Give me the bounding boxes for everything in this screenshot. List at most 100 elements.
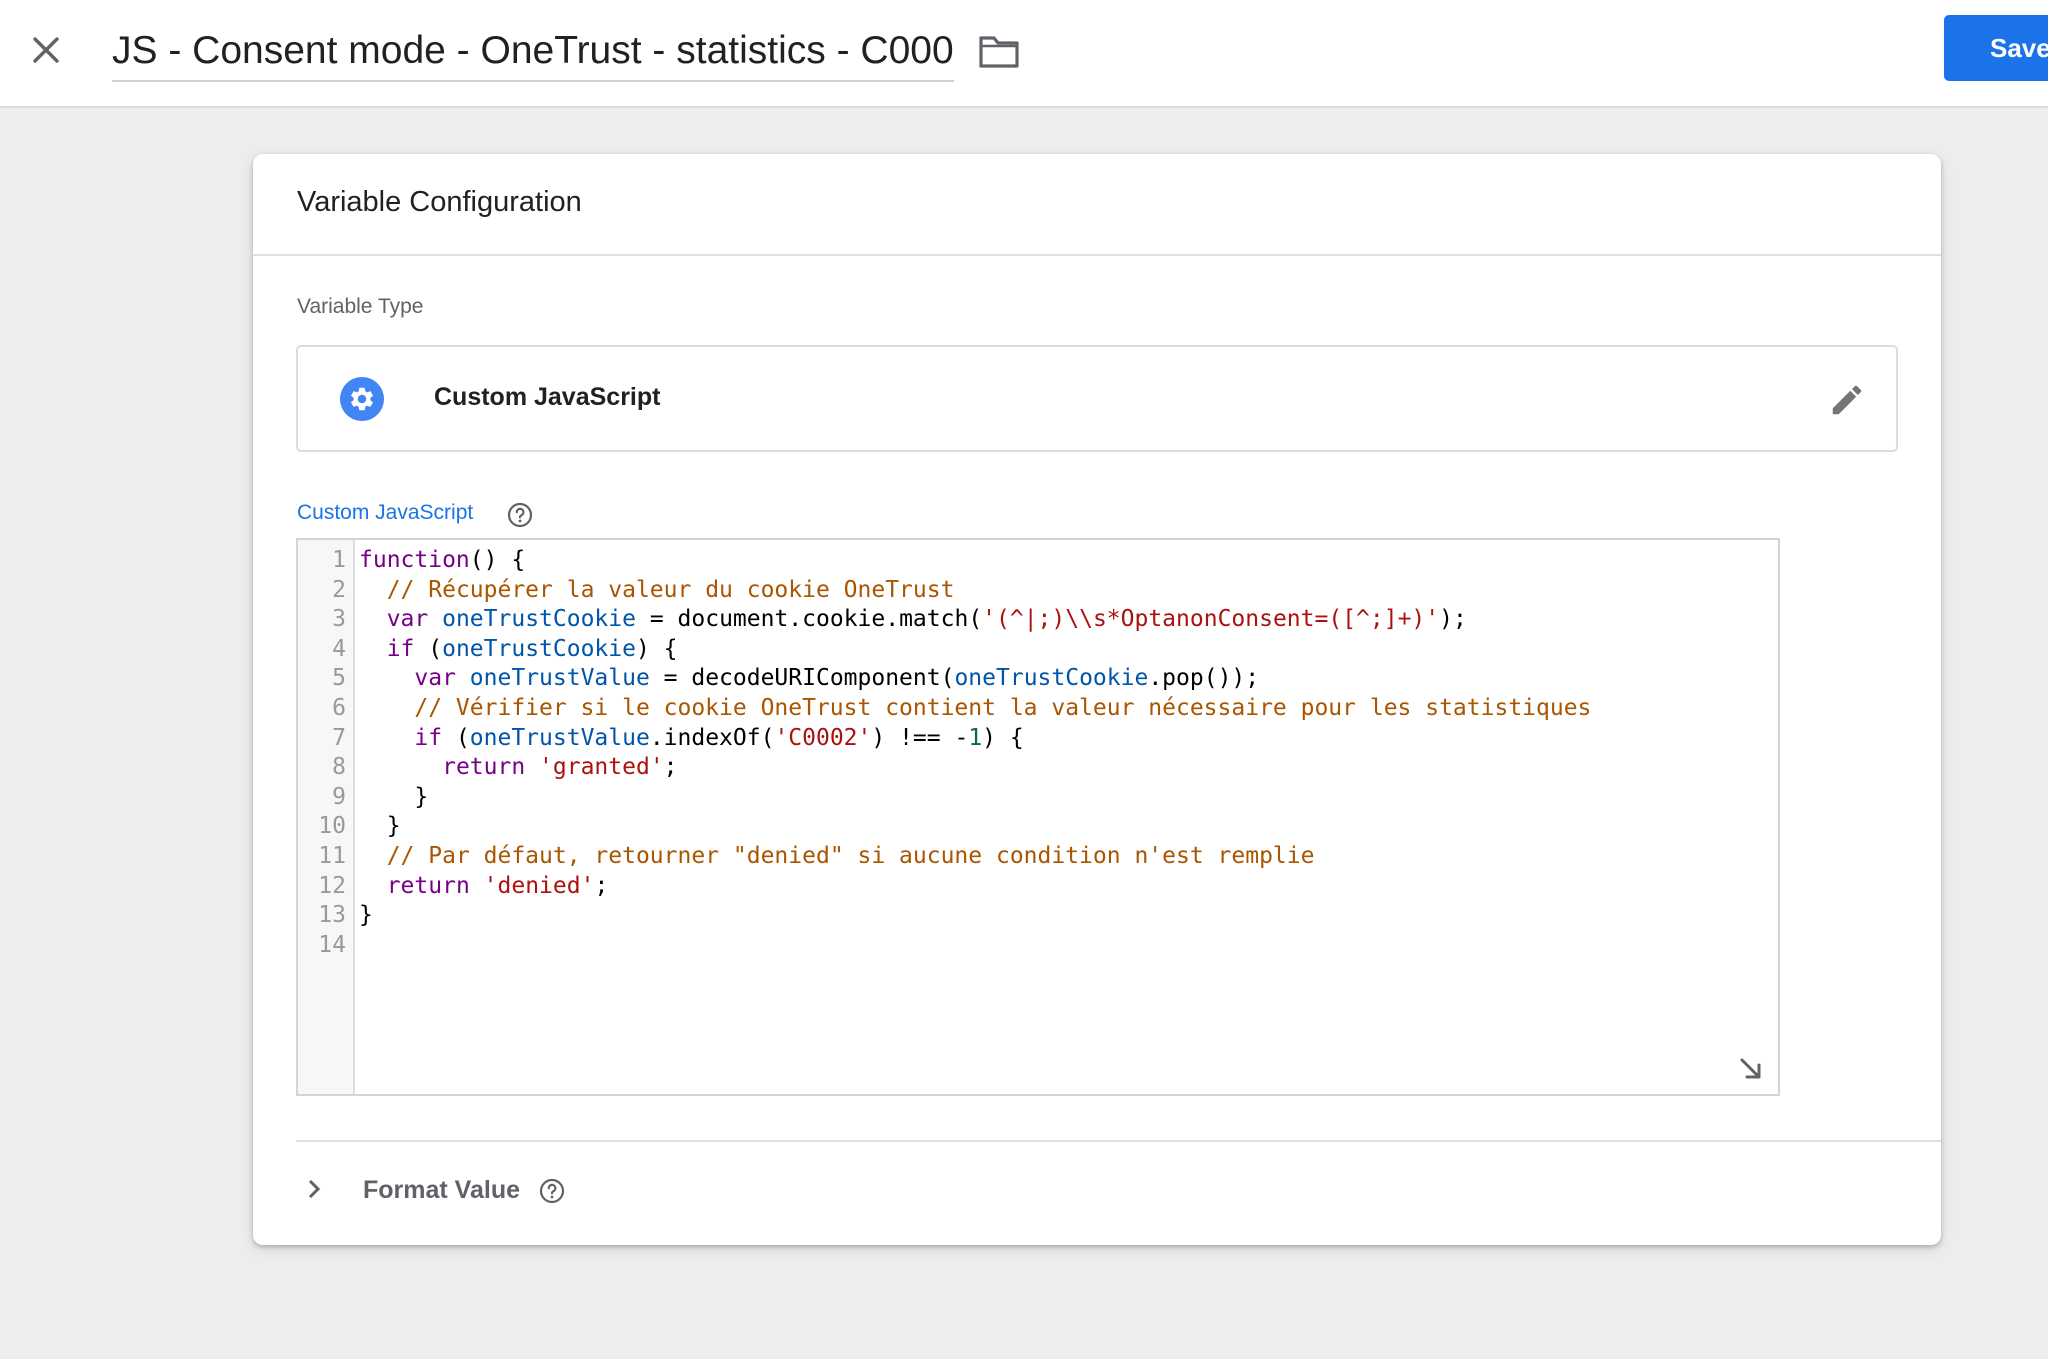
code-token: ; bbox=[594, 872, 609, 899]
resize-handle-icon[interactable] bbox=[1738, 1056, 1764, 1082]
code-token: // Par défaut, retourner "denied" si auc… bbox=[386, 843, 1315, 869]
code-token: 'C0002' bbox=[774, 724, 872, 751]
code-line: } bbox=[359, 812, 401, 842]
line-number: 10 bbox=[318, 813, 346, 840]
line-number-gutter: 1 2 3 4 5 6 7 8 9 10 11 12 13 14 bbox=[298, 540, 355, 1094]
code-token: 1 bbox=[968, 724, 983, 751]
code-token: .pop()); bbox=[1148, 665, 1260, 692]
code-token: if bbox=[386, 635, 415, 662]
line-number: 12 bbox=[318, 872, 346, 899]
folder-icon bbox=[979, 36, 1019, 68]
line-number: 6 bbox=[332, 695, 346, 721]
line-number: 7 bbox=[332, 724, 346, 751]
code-token: oneTrustCookie bbox=[442, 635, 636, 662]
line-number: 8 bbox=[332, 754, 346, 781]
save-button[interactable]: Save bbox=[1944, 15, 2048, 81]
code-token: () { bbox=[469, 547, 526, 573]
code-token: ( bbox=[414, 635, 443, 662]
section-divider bbox=[296, 1140, 1941, 1142]
code-token: = decodeURIComponent( bbox=[649, 665, 955, 692]
close-icon bbox=[33, 37, 59, 63]
code-token: oneTrustValue bbox=[469, 724, 650, 751]
edit-type-button[interactable] bbox=[1828, 381, 1866, 419]
line-number: 1 bbox=[332, 547, 346, 573]
code-line: if (oneTrustCookie) { bbox=[359, 635, 678, 665]
card-header: Variable Configuration bbox=[253, 154, 1941, 256]
code-token: ) { bbox=[635, 635, 678, 662]
format-value-label: Format Value bbox=[363, 1176, 520, 1204]
code-token: var bbox=[386, 606, 429, 633]
line-number: 13 bbox=[318, 902, 346, 929]
chevron-right-icon bbox=[308, 1179, 321, 1199]
code-line: return 'granted'; bbox=[359, 753, 678, 783]
code-token: } bbox=[359, 813, 401, 840]
help-icon[interactable] bbox=[507, 502, 533, 528]
code-token: = document.cookie.match( bbox=[635, 606, 983, 633]
code-token: ) { bbox=[982, 724, 1024, 751]
variable-configuration-card: Variable Configuration Variable Type Cus… bbox=[253, 154, 1941, 1245]
variable-name-input[interactable]: JS - Consent mode - OneTrust - statistic… bbox=[112, 22, 954, 82]
code-token: ( bbox=[442, 724, 470, 751]
custom-javascript-label: Custom JavaScript bbox=[297, 501, 474, 524]
code-token: 'denied' bbox=[483, 872, 595, 899]
variable-type-selector[interactable]: Custom JavaScript bbox=[296, 345, 1898, 452]
code-token: .indexOf( bbox=[649, 724, 775, 751]
code-token: '(^|;)\\s*OptanonConsent=([^;]+)' bbox=[982, 606, 1440, 633]
line-number: 5 bbox=[332, 665, 346, 692]
code-line: var oneTrustCookie = document.cookie.mat… bbox=[359, 605, 1467, 635]
code-line: // Vérifier si le cookie OneTrust contie… bbox=[359, 694, 1591, 724]
code-token: ) !== - bbox=[871, 724, 969, 751]
close-button[interactable] bbox=[26, 30, 66, 70]
folder-button[interactable] bbox=[978, 32, 1020, 70]
line-number: 9 bbox=[332, 783, 346, 810]
code-token: ); bbox=[1439, 606, 1467, 633]
help-icon[interactable] bbox=[539, 1178, 565, 1204]
code-token: // Récupérer la valeur du cookie OneTrus… bbox=[386, 576, 955, 603]
gear-icon bbox=[340, 377, 384, 421]
code-line: } bbox=[359, 783, 428, 813]
code-token: oneTrustCookie bbox=[954, 665, 1149, 692]
pencil-icon bbox=[1832, 385, 1862, 415]
code-line: // Par défaut, retourner "denied" si auc… bbox=[359, 842, 1315, 872]
code-token: return bbox=[442, 754, 526, 781]
code-line: // Récupérer la valeur du cookie OneTrus… bbox=[359, 576, 955, 606]
line-number: 14 bbox=[318, 931, 346, 958]
code-token: } bbox=[359, 902, 373, 929]
code-token: return bbox=[386, 872, 470, 899]
code-line: var oneTrustValue = decodeURIComponent(o… bbox=[359, 664, 1259, 694]
code-line: if (oneTrustValue.indexOf('C0002') !== -… bbox=[359, 724, 1024, 754]
variable-type-label: Variable Type bbox=[297, 295, 424, 318]
code-token: var bbox=[414, 665, 456, 692]
code-token: oneTrustCookie bbox=[442, 606, 636, 633]
variable-type-name: Custom JavaScript bbox=[434, 383, 661, 411]
code-token: if bbox=[414, 724, 443, 751]
code-token: // Vérifier si le cookie OneTrust contie… bbox=[414, 695, 1592, 721]
code-token: ; bbox=[663, 754, 678, 781]
code-token: } bbox=[359, 783, 429, 810]
top-bar: JS - Consent mode - OneTrust - statistic… bbox=[0, 0, 2048, 108]
code-editor[interactable]: 1 2 3 4 5 6 7 8 9 10 11 12 13 14 function() { // Récu… bbox=[296, 538, 1780, 1096]
code-token: oneTrustValue bbox=[469, 665, 650, 692]
line-number: 4 bbox=[332, 635, 346, 662]
line-number: 11 bbox=[318, 843, 346, 869]
code-token: 'granted' bbox=[539, 754, 664, 781]
code-token: function bbox=[359, 547, 470, 573]
code-line: return 'denied'; bbox=[359, 872, 609, 902]
line-number: 3 bbox=[332, 606, 346, 633]
code-line: function() { bbox=[359, 546, 525, 576]
card-title: Variable Configuration bbox=[297, 186, 582, 218]
format-value-toggle[interactable]: Format Value bbox=[293, 1164, 893, 1220]
